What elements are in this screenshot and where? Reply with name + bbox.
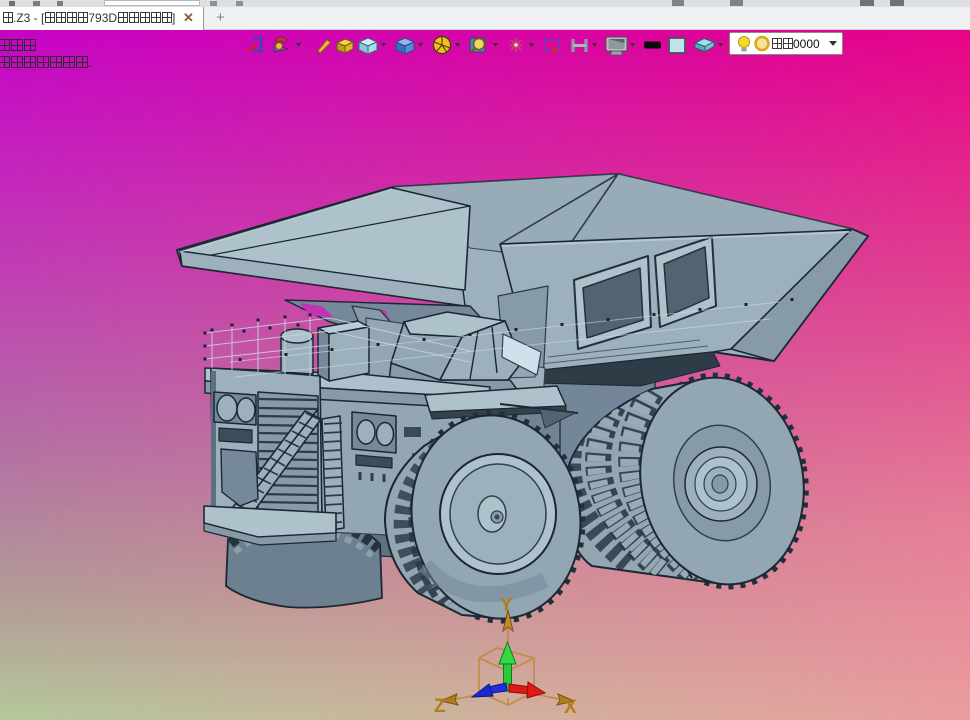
svg-text:X: X (564, 697, 577, 718)
svg-text:Y: Y (500, 595, 513, 616)
svg-text:Z: Z (434, 696, 446, 717)
